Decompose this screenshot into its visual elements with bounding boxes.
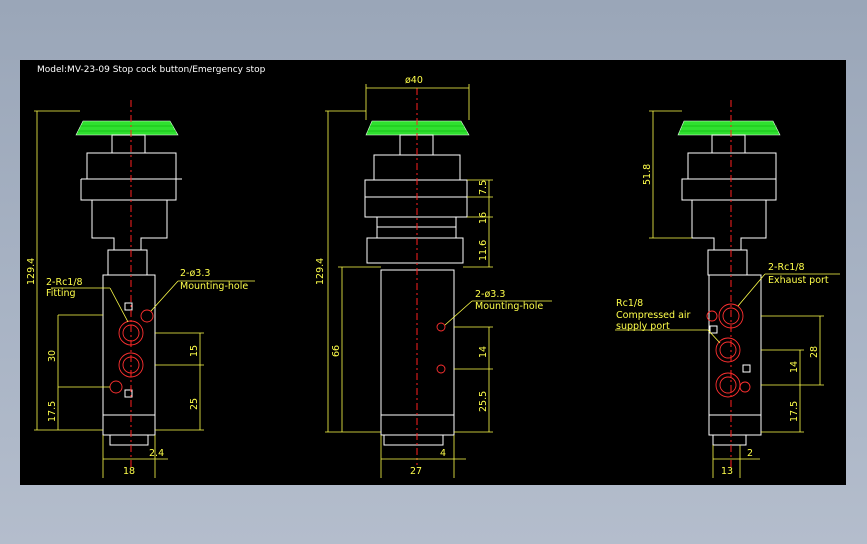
front-view: 129.4 30 17.5 15 25 18 2.4 2-Rc1/8 Fitti…	[26, 100, 255, 478]
dim-front-18: 18	[123, 466, 135, 477]
dim-side-4: 4	[440, 448, 446, 459]
front-hole-label-2: Mounting-hole	[180, 281, 248, 292]
dim-side-dia: ø40	[405, 75, 423, 86]
side-mounting-hole	[436, 322, 446, 332]
side-hole-label-2: Mounting-hole	[475, 301, 543, 312]
dim-side-7-5: 7.5	[478, 180, 489, 195]
dim-front-17-5: 17.5	[47, 401, 58, 422]
back-button-cap	[677, 120, 781, 136]
technical-drawing: Model:MV-23-09 Stop cock button/Emergenc…	[26, 65, 840, 478]
side-hole-label: 2-ø3.3	[475, 289, 505, 300]
dim-back-28: 28	[809, 346, 820, 358]
back-supply-label-3: supply port	[616, 321, 670, 332]
dim-back-14: 14	[789, 361, 800, 373]
dim-front-25: 25	[189, 398, 200, 410]
dim-front-15: 15	[189, 345, 200, 357]
dim-side-66: 66	[331, 345, 342, 357]
dim-back-17-5: 17.5	[789, 401, 800, 422]
front-port-label: 2-Rc1/8	[46, 277, 83, 288]
back-view: 51.8 28 14 17.5 13 2 2-Rc1/8 Exhaust por…	[615, 100, 840, 478]
dim-side-27: 27	[410, 466, 422, 477]
front-neck	[111, 134, 146, 154]
dim-side-height: 129.4	[315, 258, 326, 285]
front-mounting-hole	[140, 309, 154, 323]
dim-side-16: 16	[478, 212, 489, 224]
dim-back-13: 13	[721, 466, 733, 477]
dim-side-25-5: 25.5	[478, 391, 489, 412]
dim-front-height: 129.4	[26, 258, 37, 285]
dim-back-51-8: 51.8	[642, 164, 653, 185]
front-valve-body	[102, 274, 156, 436]
dim-side-11-6: 11.6	[478, 240, 489, 261]
back-exhaust-label-2: Exhaust port	[768, 275, 829, 286]
dim-back-2: 2	[747, 448, 753, 459]
dim-side-14: 14	[478, 346, 489, 358]
drawing-sheet: Model:MV-23-09 Stop cock button/Emergenc…	[20, 60, 846, 485]
side-view: ø40 129.4 66 7.5 16 11.6 14 25.5 27 4 2-…	[315, 75, 552, 478]
front-hole-label: 2-ø3.3	[180, 268, 210, 279]
drawing-title: Model:MV-23-09 Stop cock button/Emergenc…	[37, 65, 266, 75]
front-port-label-2: Fitting	[46, 288, 76, 299]
front-button-cap	[75, 120, 179, 136]
dim-front-30: 30	[47, 350, 58, 362]
back-supply-label-2: Compressed air	[616, 310, 691, 321]
dim-front-2-4: 2.4	[149, 448, 164, 459]
back-exhaust-label: 2-Rc1/8	[768, 262, 805, 273]
back-supply-label: Rc1/8	[616, 298, 643, 309]
